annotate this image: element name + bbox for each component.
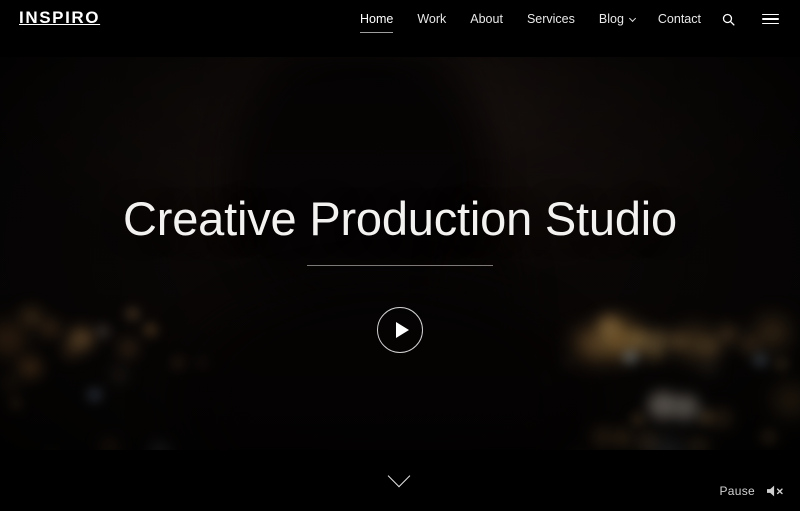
play-video-button[interactable] <box>377 307 423 353</box>
hero-video-section: Creative Production Studio <box>0 57 800 450</box>
hero-title-divider <box>307 265 493 266</box>
nav-item-label: Services <box>526 12 575 26</box>
nav-item-about[interactable]: About <box>458 11 515 27</box>
pause-button[interactable]: Pause <box>719 483 755 499</box>
hero-content: Creative Production Studio <box>0 57 800 450</box>
nav-item-work[interactable]: Work <box>405 11 458 27</box>
nav-item-services[interactable]: Services <box>515 11 587 27</box>
hero-bottom-bar: Pause <box>0 450 800 511</box>
nav-item-label: About <box>470 12 503 26</box>
chevron-down-icon <box>628 14 637 22</box>
scroll-down-button[interactable] <box>387 464 411 490</box>
media-controls: Pause <box>719 483 785 499</box>
nav-item-home[interactable]: Home <box>348 11 405 33</box>
nav-item-blog[interactable]: Blog <box>587 11 646 27</box>
hero-title: Creative Production Studio <box>123 192 677 245</box>
nav-item-label: Home <box>359 12 394 26</box>
nav-item-label: Work <box>417 12 447 26</box>
page-root: INSPIRO Home Work About Services Blog Co… <box>0 0 800 511</box>
play-icon <box>395 322 409 338</box>
primary-navigation: Home Work About Services Blog Contact <box>348 11 744 33</box>
search-icon[interactable] <box>713 13 744 26</box>
nav-item-contact[interactable]: Contact <box>646 11 713 27</box>
nav-item-label: Blog <box>598 12 624 26</box>
speaker-muted-icon[interactable] <box>766 484 785 498</box>
hamburger-menu-icon[interactable] <box>753 11 788 27</box>
chevron-down-icon <box>387 464 411 488</box>
nav-item-label: Contact <box>657 12 701 26</box>
hamburger-bars <box>762 13 779 25</box>
site-logo[interactable]: INSPIRO <box>19 8 100 28</box>
site-header: INSPIRO Home Work About Services Blog Co… <box>0 0 800 57</box>
